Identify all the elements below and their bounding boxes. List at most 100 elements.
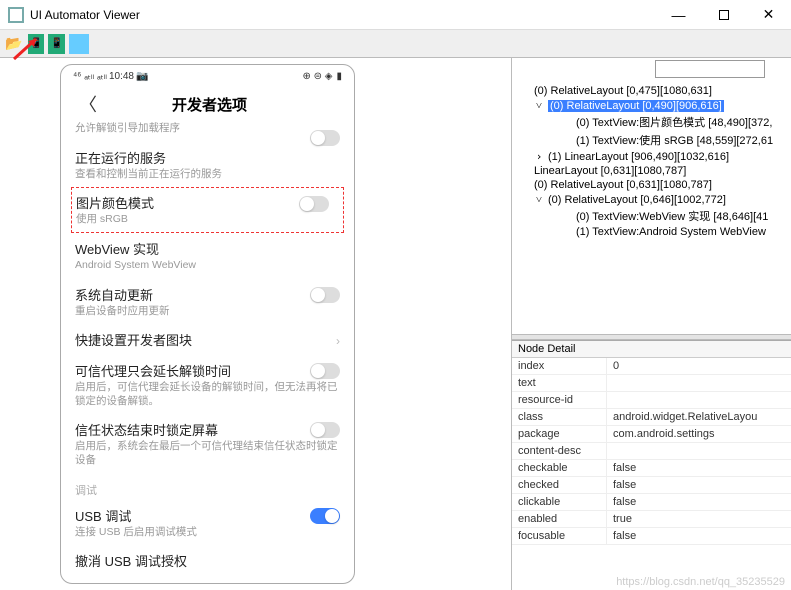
tree-node-label: (1) TextView:Android System WebView: [576, 226, 766, 238]
hierarchy-tree[interactable]: (0) RelativeLayout [0,475][1080,631]˅(0)…: [512, 58, 791, 334]
detail-key: checkable: [512, 460, 607, 476]
detail-value: true: [607, 511, 791, 527]
setting-row[interactable]: 快捷设置开发者图块›: [61, 324, 354, 355]
tree-node-label: LinearLayout [0,631][1080,787]: [534, 165, 686, 177]
work-area: ⁴⁶ ₐₜₗₗ ₐₜₗₗ 10:48 📷 ⊕ ⊜ ◈ ▮ 〈 开发者选项 允许解…: [0, 58, 791, 590]
detail-row[interactable]: enabledtrue: [512, 511, 791, 528]
detail-key: content-desc: [512, 443, 607, 459]
detail-value: com.android.settings: [607, 426, 791, 442]
tree-node-label: (0) RelativeLayout [0,490][906,616]: [548, 100, 724, 112]
detail-value: false: [607, 494, 791, 510]
setting-row[interactable]: 系统自动更新重启设备时应用更新: [61, 279, 354, 325]
setting-title: 正在运行的服务: [75, 148, 340, 167]
detail-value: false: [607, 460, 791, 476]
setting-row[interactable]: 信任状态结束时锁定屏幕启用后，系统会在最后一个可信代理结束信任状态时锁定设备: [61, 414, 354, 473]
setting-subtitle: 启用后，系统会在最后一个可信代理结束信任状态时锁定设备: [75, 440, 340, 467]
toggle-switch[interactable]: [310, 363, 340, 379]
device-dump-icon[interactable]: 📱: [48, 34, 64, 54]
setting-row[interactable]: 图片颜色模式使用 sRGB: [71, 187, 344, 233]
settings-list: 允许解锁引导加载程序正在运行的服务查看和控制当前正在运行的服务图片颜色模式使用 …: [61, 121, 354, 583]
detail-key: class: [512, 409, 607, 425]
detail-row[interactable]: clickablefalse: [512, 494, 791, 511]
detail-key: focusable: [512, 528, 607, 544]
device-screenshot[interactable]: ⁴⁶ ₐₜₗₗ ₐₜₗₗ 10:48 📷 ⊕ ⊜ ◈ ▮ 〈 开发者选项 允许解…: [60, 64, 355, 584]
detail-row[interactable]: resource-id: [512, 392, 791, 409]
detail-key: resource-id: [512, 392, 607, 408]
tree-node[interactable]: ˅(0) RelativeLayout [0,490][906,616]: [514, 98, 789, 113]
expand-icon[interactable]: ˅: [533, 99, 545, 112]
tree-node[interactable]: (1) TextView:Android System WebView: [514, 225, 789, 239]
detail-value: false: [607, 477, 791, 493]
save-icon[interactable]: [69, 34, 89, 54]
setting-row[interactable]: WebView 实现Android System WebView: [61, 233, 354, 279]
tree-node[interactable]: (0) TextView:WebView 实现 [48,646][41: [514, 207, 789, 225]
expand-icon[interactable]: ›: [533, 150, 545, 163]
tree-node[interactable]: ›(1) LinearLayout [906,490][1032,616]: [514, 149, 789, 164]
detail-value: false: [607, 528, 791, 544]
screenshot-pane: ⁴⁶ ₐₜₗₗ ₐₜₗₗ 10:48 📷 ⊕ ⊜ ◈ ▮ 〈 开发者选项 允许解…: [0, 58, 511, 590]
setting-row[interactable]: 本地终端启用终端应用，以便在本地访问 Shell: [61, 576, 354, 583]
expand-icon[interactable]: ˅: [533, 193, 545, 206]
window-title: UI Automator Viewer: [30, 8, 656, 22]
setting-title: 系统自动更新: [75, 285, 340, 304]
detail-row[interactable]: checkablefalse: [512, 460, 791, 477]
phone-nav-header: 〈 开发者选项: [61, 87, 354, 121]
setting-title: USB 调试: [75, 506, 340, 525]
setting-subtitle: 启用后，可信代理会延长设备的解锁时间，但无法再将已锁定的设备解锁。: [75, 381, 340, 408]
detail-row[interactable]: focusablefalse: [512, 528, 791, 545]
detail-row[interactable]: classandroid.widget.RelativeLayou: [512, 409, 791, 426]
toggle-switch[interactable]: [310, 287, 340, 303]
detail-table[interactable]: index0textresource-idclassandroid.widget…: [512, 358, 791, 590]
toggle-switch[interactable]: [299, 196, 329, 212]
title-bar: UI Automator Viewer — ✕: [0, 0, 791, 30]
detail-key: index: [512, 358, 607, 374]
setting-title: WebView 实现: [75, 239, 340, 258]
setting-row[interactable]: 允许解锁引导加载程序: [61, 122, 354, 142]
close-button[interactable]: ✕: [746, 0, 791, 29]
detail-key: text: [512, 375, 607, 391]
open-icon[interactable]: 📂: [4, 34, 24, 54]
signal-icon: ⁴⁶ ₐₜₗₗ ₐₜₗₗ: [73, 71, 107, 82]
tree-node[interactable]: ˅(0) RelativeLayout [0,646][1002,772]: [514, 192, 789, 207]
detail-row[interactable]: content-desc: [512, 443, 791, 460]
detail-key: enabled: [512, 511, 607, 527]
tree-node-label: (0) RelativeLayout [0,475][1080,631]: [534, 85, 712, 97]
setting-title: 快捷设置开发者图块: [75, 330, 340, 349]
setting-title: 可信代理只会延长解锁时间: [75, 361, 340, 380]
detail-value: 0: [607, 358, 791, 374]
detail-row[interactable]: text: [512, 375, 791, 392]
setting-row[interactable]: 正在运行的服务查看和控制当前正在运行的服务: [61, 142, 354, 188]
setting-row[interactable]: 可信代理只会延长解锁时间启用后，可信代理会延长设备的解锁时间，但无法再将已锁定的…: [61, 355, 354, 414]
toggle-switch[interactable]: [310, 508, 340, 524]
tree-node-label: (0) TextView:WebView 实现 [48,646][41: [576, 208, 768, 224]
page-title: 开发者选项: [75, 94, 344, 115]
app-icon: [8, 7, 24, 23]
setting-title: 信任状态结束时锁定屏幕: [75, 420, 340, 439]
status-icons: ⊕ ⊜ ◈: [302, 71, 332, 82]
section-header: 调试: [61, 474, 354, 500]
tree-search-input[interactable]: [655, 60, 765, 78]
setting-row[interactable]: USB 调试连接 USB 后启用调试模式: [61, 500, 354, 546]
maximize-button[interactable]: [701, 0, 746, 29]
tree-node-label: (0) TextView:图片颜色模式 [48,490][372,: [576, 114, 772, 130]
tree-node[interactable]: (1) TextView:使用 sRGB [48,559][272,61: [514, 131, 789, 149]
minimize-button[interactable]: —: [656, 0, 701, 29]
camera-icon: 📷: [136, 71, 148, 82]
detail-key: checked: [512, 477, 607, 493]
device-screenshot-icon[interactable]: 📱: [28, 34, 44, 54]
setting-subtitle: 允许解锁引导加载程序: [75, 122, 340, 136]
tree-node[interactable]: LinearLayout [0,631][1080,787]: [514, 164, 789, 178]
detail-row[interactable]: checkedfalse: [512, 477, 791, 494]
inspector-pane: (0) RelativeLayout [0,475][1080,631]˅(0)…: [511, 58, 791, 590]
detail-row[interactable]: index0: [512, 358, 791, 375]
detail-key: clickable: [512, 494, 607, 510]
tree-node[interactable]: (0) RelativeLayout [0,631][1080,787]: [514, 178, 789, 192]
tree-node[interactable]: (0) RelativeLayout [0,475][1080,631]: [514, 84, 789, 98]
tree-node[interactable]: (0) TextView:图片颜色模式 [48,490][372,: [514, 113, 789, 131]
setting-row[interactable]: 撤消 USB 调试授权: [61, 545, 354, 576]
setting-subtitle: 重启设备时应用更新: [75, 305, 340, 319]
node-detail-panel: Node Detail index0textresource-idclassan…: [512, 340, 791, 590]
toolbar: 📂 📱 📱: [0, 30, 791, 58]
detail-row[interactable]: packagecom.android.settings: [512, 426, 791, 443]
toggle-switch[interactable]: [310, 422, 340, 438]
